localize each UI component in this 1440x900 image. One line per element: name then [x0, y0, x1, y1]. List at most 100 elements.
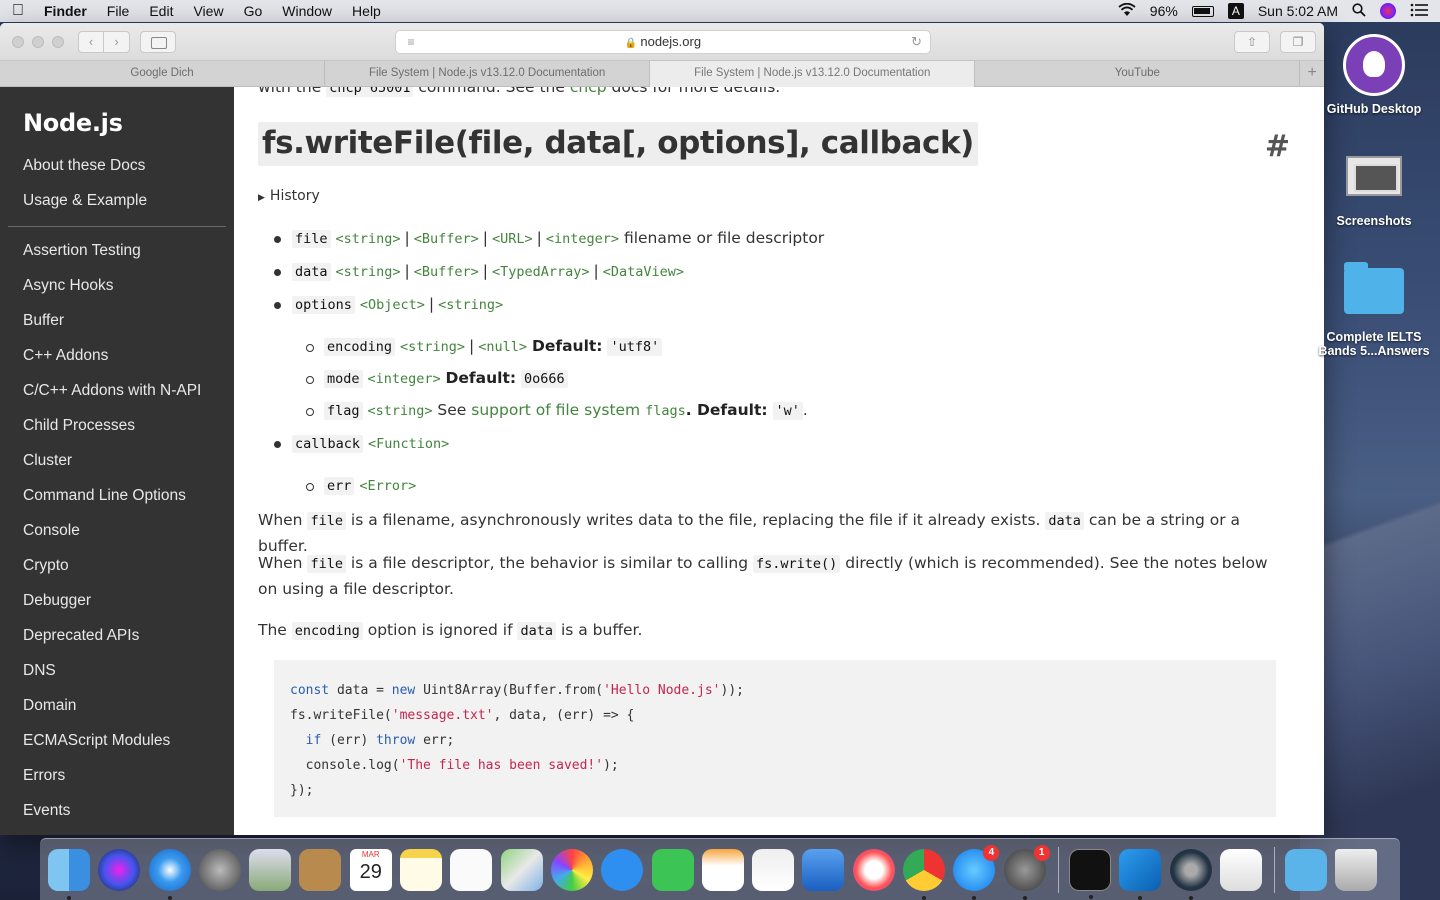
menu-help[interactable]: Help [352, 3, 381, 19]
quicktime-icon[interactable] [1169, 848, 1212, 900]
battery-percent[interactable]: 96% [1150, 3, 1178, 19]
apple-menu-icon[interactable]:  [12, 2, 26, 20]
input-source-icon[interactable]: A [1227, 3, 1244, 19]
battery-icon[interactable] [1191, 5, 1214, 17]
sidebar-item-usage[interactable]: Usage & Example [0, 183, 234, 218]
siri-icon[interactable] [98, 848, 141, 891]
type-link-buffer[interactable]: <Buffer> [414, 264, 479, 280]
menu-clock[interactable]: Sun 5:02 AM [1258, 3, 1338, 19]
textedit-icon[interactable] [1219, 848, 1262, 891]
type-link-error[interactable]: <Error> [359, 478, 416, 494]
contacts-icon[interactable] [299, 848, 342, 891]
menu-app-name[interactable]: Finder [44, 3, 87, 19]
terminal-icon[interactable] [1068, 848, 1111, 899]
type-link-integer[interactable]: <integer> [546, 231, 619, 247]
numbers-icon[interactable] [752, 848, 795, 891]
sidebar-item-crypto[interactable]: Crypto [0, 548, 234, 583]
type-link-string[interactable]: <string> [438, 297, 503, 313]
preview-icon[interactable] [249, 848, 292, 891]
type-link-string[interactable]: <string> [400, 339, 465, 355]
facetime-icon[interactable] [651, 848, 694, 891]
tab-youtube[interactable]: YouTube [975, 61, 1301, 87]
type-link-buffer[interactable]: <Buffer> [414, 231, 479, 247]
sidebar-item-deprecated-apis[interactable]: Deprecated APIs [0, 618, 234, 653]
type-link-integer[interactable]: <integer> [367, 371, 440, 387]
maps-icon[interactable] [500, 848, 543, 891]
sidebar-item-events[interactable]: Events [0, 793, 234, 828]
finder-icon[interactable] [48, 848, 90, 900]
type-link-string[interactable]: <string> [367, 403, 432, 419]
show-all-tabs-button[interactable]: ❐ [1280, 31, 1316, 53]
safari-icon[interactable] [148, 848, 191, 900]
reader-view-icon[interactable]: ≡ [404, 35, 418, 49]
minimize-window-button[interactable] [32, 36, 44, 48]
reminders-icon[interactable] [450, 848, 493, 891]
sidebar-item-esm[interactable]: ECMAScript Modules [0, 723, 234, 758]
tab-node-fs-docs-2[interactable]: File System | Node.js v13.12.0 Documenta… [650, 61, 976, 87]
back-button[interactable]: ‹ [78, 31, 104, 53]
sidebar-item-assertion-testing[interactable]: Assertion Testing [0, 233, 234, 268]
nodejs-logo[interactable]: Node.js [23, 109, 123, 137]
sidebar-item-about[interactable]: About these Docs [0, 148, 234, 183]
type-link-string[interactable]: <string> [335, 231, 400, 247]
launchpad-icon[interactable] [198, 848, 241, 891]
type-link-null[interactable]: <null> [478, 339, 527, 355]
history-toggle[interactable]: ▶ History [258, 188, 320, 204]
address-bar[interactable]: ≡ 🔒 nodejs.org ↻ [395, 30, 931, 54]
reload-icon[interactable]: ↻ [911, 31, 922, 53]
sidebar-toggle-button[interactable] [140, 31, 176, 53]
itunes-icon[interactable] [852, 848, 895, 891]
sidebar-item-domain[interactable]: Domain [0, 688, 234, 723]
type-link-function[interactable]: <Function> [368, 436, 449, 452]
menu-go[interactable]: Go [244, 3, 263, 19]
share-button[interactable]: ⇧ [1234, 31, 1270, 53]
menu-edit[interactable]: Edit [149, 3, 173, 19]
type-link-typedarray[interactable]: <TypedArray> [492, 264, 590, 280]
type-link-url[interactable]: <URL> [492, 231, 533, 247]
sidebar-item-buffer[interactable]: Buffer [0, 303, 234, 338]
desktop-icon-screenshots[interactable]: Screenshots [1314, 156, 1434, 228]
keynote-icon[interactable] [802, 848, 845, 891]
desktop-icon-github-desktop[interactable]: GitHub Desktop [1314, 34, 1434, 116]
desktop-icon-ielts-folder[interactable]: Complete IELTS Bands 5...Answers [1314, 262, 1434, 358]
spotlight-search-icon[interactable] [1352, 2, 1366, 20]
wifi-icon[interactable] [1118, 2, 1136, 20]
app-store-icon[interactable]: 4 [953, 844, 1000, 900]
type-link-dataview[interactable]: <DataView> [603, 264, 684, 280]
messages-icon[interactable] [601, 848, 644, 891]
downloads-folder-icon[interactable] [1285, 848, 1328, 891]
notes-icon[interactable] [400, 848, 443, 891]
type-link-string[interactable]: <string> [335, 264, 400, 280]
sidebar-item-child-processes[interactable]: Child Processes [0, 408, 234, 443]
vscode-icon[interactable] [1119, 848, 1162, 900]
menu-window[interactable]: Window [282, 3, 332, 19]
close-window-button[interactable] [12, 36, 24, 48]
tab-google-dich[interactable]: Google Dich [0, 61, 326, 87]
file-system-flags-link[interactable]: support of file system flags [471, 401, 685, 419]
menu-view[interactable]: View [193, 3, 223, 19]
sidebar-item-cli-options[interactable]: Command Line Options [0, 478, 234, 513]
type-link-object[interactable]: <Object> [360, 297, 425, 313]
photos-icon[interactable] [550, 848, 593, 891]
sidebar-item-dns[interactable]: DNS [0, 653, 234, 688]
forward-button[interactable]: › [104, 31, 130, 53]
sidebar-item-cpp-addons[interactable]: C++ Addons [0, 338, 234, 373]
siri-icon[interactable] [1380, 3, 1396, 19]
notification-center-icon[interactable] [1410, 3, 1428, 20]
sidebar-item-console[interactable]: Console [0, 513, 234, 548]
sidebar-item-debugger[interactable]: Debugger [0, 583, 234, 618]
tab-node-fs-docs-1[interactable]: File System | Node.js v13.12.0 Documenta… [325, 61, 651, 87]
sidebar-item-errors[interactable]: Errors [0, 758, 234, 793]
menu-file[interactable]: File [107, 3, 130, 19]
sidebar-item-async-hooks[interactable]: Async Hooks [0, 268, 234, 303]
sidebar-item-cluster[interactable]: Cluster [0, 443, 234, 478]
trash-icon[interactable] [1335, 848, 1378, 891]
pages-icon[interactable] [701, 848, 744, 891]
heading-anchor-link[interactable]: # [1265, 129, 1290, 164]
sidebar-item-napi[interactable]: C/C++ Addons with N-API [0, 373, 234, 408]
calendar-icon[interactable]: MAR 29 [349, 848, 392, 891]
chcp-link[interactable]: chcp [570, 87, 607, 96]
zoom-window-button[interactable] [52, 36, 64, 48]
system-preferences-icon[interactable]: 1 [1003, 844, 1050, 900]
chrome-icon[interactable] [903, 848, 946, 900]
